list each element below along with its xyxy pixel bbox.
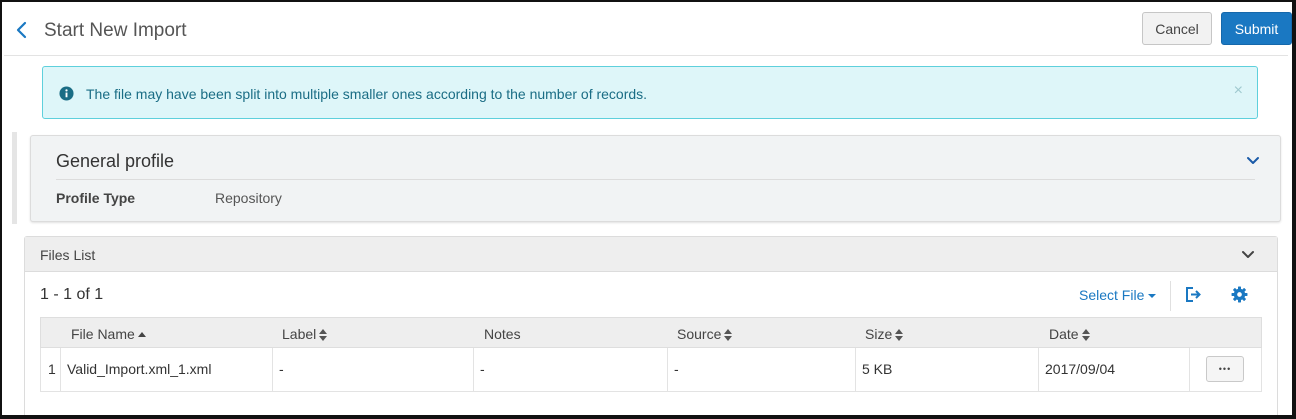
profile-type-value: Repository (215, 190, 282, 206)
divider (56, 179, 1255, 180)
row-index: 1 (48, 361, 56, 377)
ellipsis-icon: ••• (1218, 364, 1232, 374)
column-divider (1189, 348, 1190, 391)
general-profile-section: General profile Profile Type Repository (30, 135, 1281, 222)
close-icon[interactable]: × (1234, 82, 1243, 100)
toolbar-divider (1170, 281, 1171, 311)
sort-asc-icon (137, 332, 146, 338)
section-title: General profile (56, 151, 175, 171)
column-divider (473, 348, 474, 391)
row-actions-button[interactable]: ••• (1206, 356, 1244, 382)
chevron-left-icon[interactable] (14, 20, 30, 40)
column-divider (855, 348, 856, 391)
info-alert: The file may have been split into multip… (42, 66, 1258, 119)
column-divider (272, 348, 273, 391)
alert-message: The file may have been split into multip… (86, 86, 648, 102)
select-file-label: Select File (1079, 287, 1145, 303)
date-cell: 2017/09/04 (1045, 361, 1116, 377)
column-header-file-name[interactable]: File Name (71, 326, 146, 342)
column-header-size[interactable]: Size (865, 326, 904, 342)
column-divider (1038, 348, 1039, 391)
profile-type-label: Profile Type (56, 190, 136, 206)
label-cell: - (279, 361, 284, 377)
table-header: File Name Label Notes Source Size Date (40, 317, 1262, 348)
column-header-date[interactable]: Date (1049, 326, 1090, 342)
sort-icon (724, 329, 733, 342)
sort-icon (895, 329, 904, 342)
table-row[interactable]: 1 Valid_Import.xml_1.xml - - - 5 KB 2017… (40, 348, 1262, 392)
cancel-button[interactable]: Cancel (1142, 12, 1212, 45)
select-file-dropdown[interactable]: Select File (1079, 287, 1157, 303)
export-icon[interactable] (1184, 286, 1202, 303)
column-header-notes[interactable]: Notes (484, 326, 521, 342)
section-rail (12, 132, 17, 224)
caret-down-icon (1148, 294, 1157, 299)
column-divider (60, 348, 61, 391)
chevron-down-icon[interactable] (1241, 250, 1255, 260)
files-list-panel: Files List 1 - 1 of 1 Select File File N… (24, 236, 1278, 415)
file-name-cell: Valid_Import.xml_1.xml (67, 361, 212, 377)
page-title: Start New Import (44, 20, 187, 41)
sort-icon (319, 329, 328, 342)
files-list-title: Files List (40, 247, 96, 263)
chevron-down-icon[interactable] (1246, 156, 1260, 166)
submit-button[interactable]: Submit (1221, 12, 1292, 45)
column-header-label[interactable]: Label (282, 326, 328, 342)
column-header-source[interactable]: Source (677, 326, 733, 342)
column-divider (667, 348, 668, 391)
app-frame: Start New Import Cancel Submit The file … (0, 0, 1296, 419)
gear-icon[interactable] (1231, 286, 1248, 303)
page-header: Start New Import Cancel Submit (4, 4, 1292, 56)
sort-icon (1081, 329, 1090, 342)
files-list-header: Files List (25, 237, 1277, 272)
source-cell: - (674, 361, 679, 377)
record-count: 1 - 1 of 1 (40, 286, 104, 303)
size-cell: 5 KB (862, 361, 893, 377)
notes-cell: - (480, 361, 485, 377)
info-icon (59, 86, 74, 101)
